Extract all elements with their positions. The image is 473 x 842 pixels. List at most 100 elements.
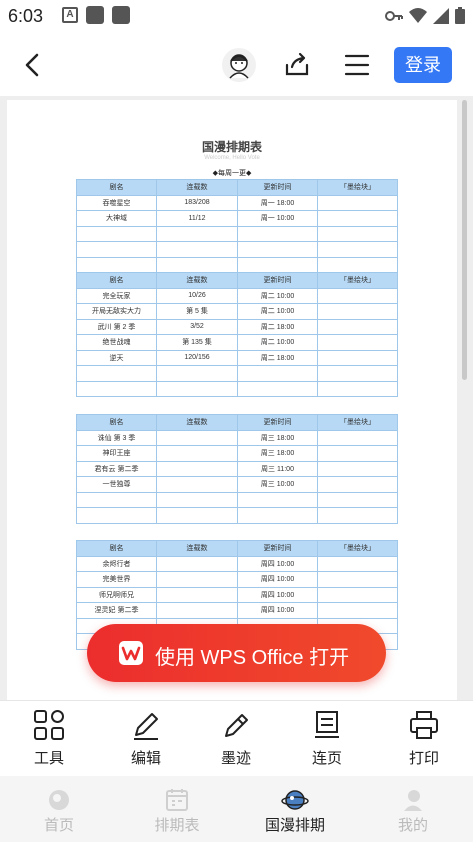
table-cell <box>76 491 157 508</box>
table-row: 余烬行者 周四 10:00 <box>76 555 398 572</box>
open-with-wps-label: 使用 WPS Office 打开 <box>155 647 350 669</box>
tool-edit[interactable]: 编辑 <box>116 709 176 768</box>
table-cell <box>156 241 238 258</box>
table-cell: 3/52 <box>156 318 238 335</box>
tab-profile[interactable]: 我的 <box>373 788 453 835</box>
document-title: 国漫排期表 <box>201 140 262 154</box>
tool-label: 打印 <box>408 750 439 767</box>
table-row: 大神域 11/12 周一 10:00 <box>76 210 398 227</box>
cartoon-avatar-icon <box>229 54 249 79</box>
table-cell: 绝世战魂 <box>76 334 157 351</box>
table-row: 涅灵妃 第二季 周四 10:00 <box>76 602 398 619</box>
notification-icons: A <box>62 6 130 24</box>
column-header: 剧名 <box>76 414 157 431</box>
table-row: 完全玩家 10/26 周二 10:00 <box>76 287 398 304</box>
share-button[interactable] <box>282 50 312 80</box>
table-cell <box>76 507 157 524</box>
battery-icon <box>455 7 465 24</box>
table-cell: 周二 18:00 <box>237 318 318 335</box>
status-bar: 6:03 A <box>0 0 473 34</box>
table-cell <box>317 507 398 524</box>
table-cell: 第 5 集 <box>156 303 238 320</box>
table-row: 师兄啊师兄 周四 10:00 <box>76 586 398 603</box>
back-button[interactable] <box>18 50 48 80</box>
table-cell <box>156 445 238 462</box>
table-cell <box>317 225 398 242</box>
column-header: 「墨绘块」 <box>317 414 398 431</box>
table-cell <box>156 491 238 508</box>
table-row: 绝世战魂第 135 集周二 10:00 <box>76 334 398 351</box>
table-cell <box>317 256 398 273</box>
table-cell <box>317 491 398 508</box>
table-cell: 吞噬星空 <box>76 194 157 211</box>
table-cell: 逆天 <box>76 349 157 366</box>
table-cell <box>317 241 398 258</box>
login-button[interactable]: 登录 <box>394 47 452 83</box>
table-cell <box>317 318 398 335</box>
table-cell: 一世独尊 <box>76 476 157 493</box>
menu-button[interactable] <box>344 52 370 78</box>
column-header: 连载数 <box>156 540 238 557</box>
table-cell <box>76 365 157 382</box>
open-with-wps-button[interactable]: 使用 WPS Office 打开 <box>87 624 386 682</box>
column-header: 剧名 <box>76 179 157 196</box>
tab-schedule[interactable]: 排期表 <box>137 788 217 835</box>
document-header: 登录 <box>0 34 473 96</box>
tab-label: 首页 <box>43 817 74 834</box>
schedule-table: 剧名 连载数 更新时间 「墨绘块」 吞噬星空 183/208 周一 18:00 大神域 11/1… <box>76 179 398 273</box>
table-cell <box>317 476 398 493</box>
table-cell: 120/156 <box>156 349 238 366</box>
column-header: 剧名 <box>76 540 157 557</box>
signal-icon <box>433 7 449 24</box>
avatar[interactable] <box>222 48 256 82</box>
tool-continuous-page[interactable]: 连页 <box>297 709 357 768</box>
home-icon <box>49 790 69 810</box>
tool-print[interactable]: 打印 <box>394 709 454 768</box>
vertical-scrollbar[interactable] <box>462 100 467 380</box>
share-icon <box>285 52 309 76</box>
tool-tools[interactable]: 工具 <box>19 709 79 768</box>
table-row <box>76 491 398 508</box>
wifi-icon <box>409 7 427 23</box>
table-cell <box>156 225 238 242</box>
tab-label: 排期表 <box>154 817 200 834</box>
ink-pen-icon <box>225 714 248 737</box>
tool-ink[interactable]: 墨迹 <box>206 709 266 768</box>
table-header-row: 剧名 连载数 更新时间 「墨绘块」 <box>76 272 398 289</box>
bottom-tab-bar: 首页 排期表 国漫排期 我的 <box>0 776 473 842</box>
chevron-left-icon <box>25 53 39 77</box>
table-cell <box>237 241 318 258</box>
table-header-row: 剧名 连载数 更新时间 「墨绘块」 <box>76 540 398 557</box>
table-cell <box>76 256 157 273</box>
table-cell <box>76 225 157 242</box>
document-viewer[interactable]: 国漫排期表 Welcome, Hello Vote ◆每周一更◆ 剧名 连载数 更新… <box>0 96 473 700</box>
table-cell: 周二 10:00 <box>237 287 318 304</box>
table-cell: 诛仙 第 3 季 <box>76 429 157 446</box>
tab-label: 我的 <box>397 817 428 834</box>
tool-label: 连页 <box>311 750 342 767</box>
table-cell <box>237 380 318 397</box>
table-row <box>76 507 398 524</box>
table-cell <box>237 365 318 382</box>
table-row: 诛仙 第 3 季 周三 18:00 <box>76 429 398 446</box>
wps-logo-icon <box>119 641 143 665</box>
table-cell: 周四 10:00 <box>237 586 318 603</box>
tab-guoman-schedule[interactable]: 国漫排期 <box>255 788 335 835</box>
table-cell: 10/26 <box>156 287 238 304</box>
table-cell: 周二 18:00 <box>237 349 318 366</box>
table-row: 开局无敌实大力第 5 集周二 10:00 <box>76 303 398 320</box>
column-header: 「墨绘块」 <box>317 179 398 196</box>
table-cell: 周二 10:00 <box>237 303 318 320</box>
table-cell <box>317 586 398 603</box>
table-cell: 开局无敌实大力 <box>76 303 157 320</box>
table-row: 一世独尊 周三 10:00 <box>76 476 398 493</box>
status-time: 6:03 <box>8 6 44 26</box>
tool-label: 墨迹 <box>220 750 251 767</box>
tab-home[interactable]: 首页 <box>19 788 99 835</box>
table-cell <box>156 365 238 382</box>
app-notification-icon <box>86 6 104 24</box>
table-cell <box>76 241 157 258</box>
table-cell <box>156 476 238 493</box>
table-cell: 周三 18:00 <box>237 429 318 446</box>
table-cell: 大神域 <box>76 210 157 227</box>
